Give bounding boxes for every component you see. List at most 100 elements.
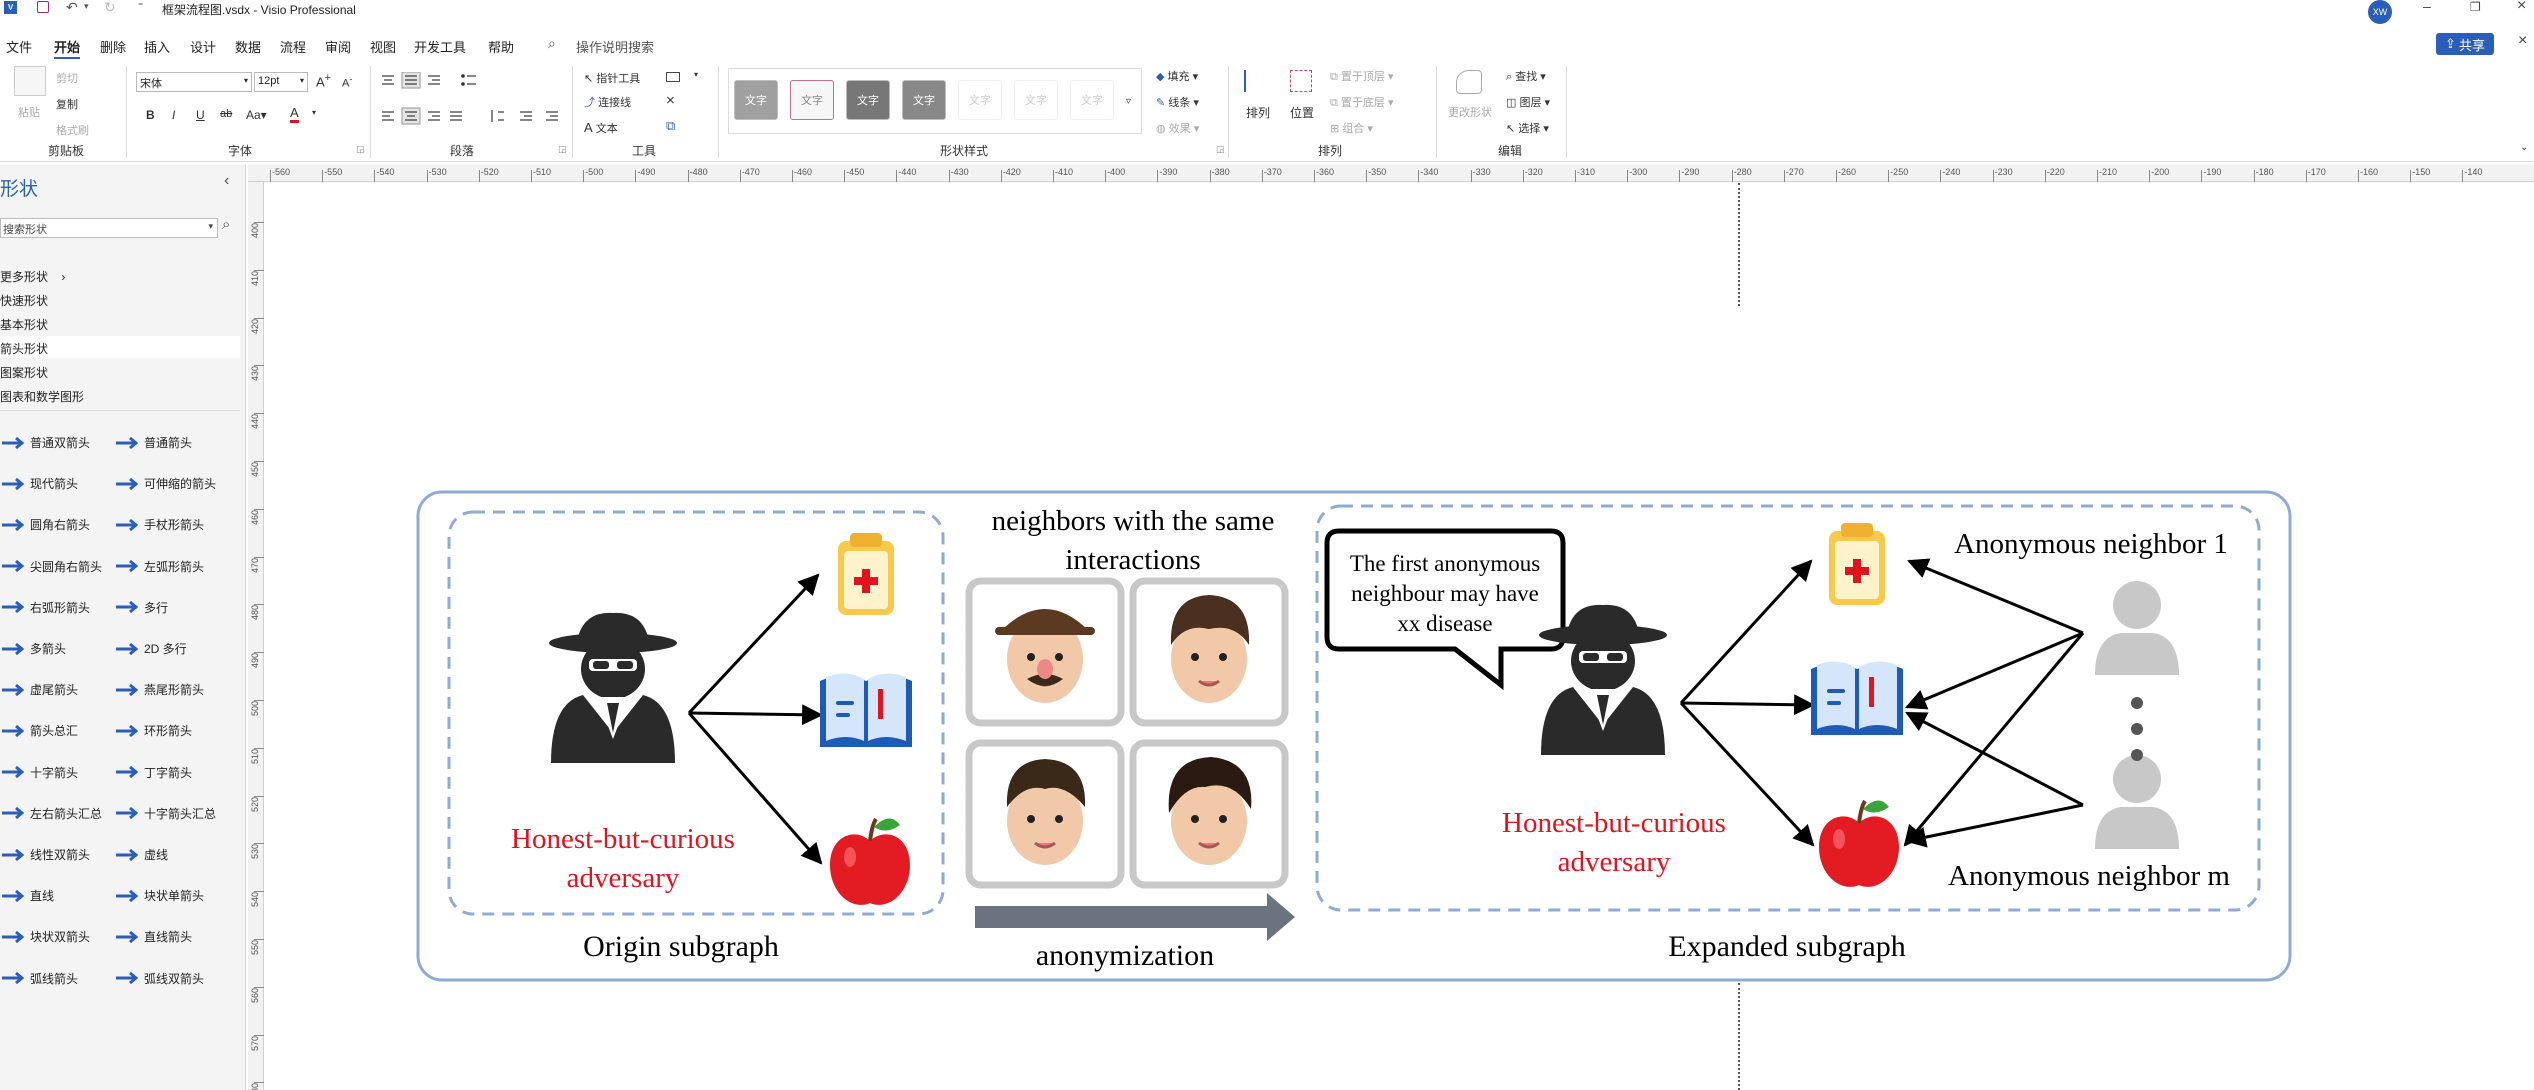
tab-help[interactable]: 帮助: [488, 37, 514, 56]
gallery-more-icon[interactable]: ▿: [1126, 96, 1131, 107]
font-size-select[interactable]: 12pt ▾: [254, 72, 308, 92]
shape-style-swatch[interactable]: 文字: [734, 80, 778, 120]
redo-icon[interactable]: ↻: [104, 0, 116, 16]
paste-icon[interactable]: [14, 66, 46, 96]
shape-stencil-item[interactable]: 燕尾形箭头: [114, 681, 204, 698]
shape-stencil-item[interactable]: 十字箭头: [0, 764, 78, 781]
close-document-icon[interactable]: ×: [2518, 32, 2527, 50]
text-tool-button[interactable]: A 文本: [584, 120, 618, 136]
minimize-icon[interactable]: –: [2423, 0, 2431, 14]
strikethrough-icon[interactable]: ab: [220, 108, 232, 120]
category-quick-shapes[interactable]: 快速形状: [0, 292, 48, 309]
shape-stencil-item[interactable]: 线性双箭头: [0, 846, 90, 863]
shape-stencil-item[interactable]: 左右箭头汇总: [0, 805, 102, 822]
undo-dropdown-icon[interactable]: ▾: [84, 1, 89, 12]
position-icon[interactable]: [1290, 70, 1312, 92]
font-family-select[interactable]: 宋体 ▾: [136, 72, 252, 92]
grow-font-icon[interactable]: A+: [316, 72, 331, 89]
connection-point-icon[interactable]: ⧉: [666, 118, 675, 134]
shape-stencil-item[interactable]: 多行: [114, 599, 168, 616]
italic-icon[interactable]: I: [172, 108, 175, 122]
tab-data[interactable]: 数据: [235, 37, 261, 56]
fill-button[interactable]: ◆ 填充 ▾: [1156, 68, 1198, 84]
group-button[interactable]: ⊞ 组合 ▾: [1330, 120, 1373, 136]
shape-stencil-item[interactable]: 可伸缩的箭头: [114, 475, 216, 492]
shape-stencil-item[interactable]: 块状单箭头: [114, 887, 204, 904]
category-chart-math-shapes[interactable]: 图表和数学图形: [0, 388, 84, 405]
line-button[interactable]: ✎ 线条 ▾: [1156, 94, 1199, 110]
shape-styles-dialog-launcher-icon[interactable]: ◲: [1216, 144, 1225, 155]
arrange-button[interactable]: 排列: [1246, 104, 1270, 121]
bold-icon[interactable]: B: [146, 108, 155, 122]
tell-me-search[interactable]: 操作说明搜索: [576, 37, 654, 56]
shape-stencil-item[interactable]: 手杖形箭头: [114, 516, 204, 533]
pointer-tool-button[interactable]: ↖ 指针工具: [584, 70, 640, 86]
tab-design[interactable]: 设计: [190, 37, 216, 56]
shape-style-swatch[interactable]: 文字: [902, 80, 946, 120]
effect-button[interactable]: ◍ 效果 ▾: [1156, 120, 1199, 136]
drawing-canvas[interactable]: neighbors with the same interactions Hon…: [265, 183, 2534, 1090]
search-icon[interactable]: ⌕: [222, 216, 240, 236]
change-shape-button[interactable]: 更改形状: [1448, 104, 1492, 120]
underline-icon[interactable]: U: [196, 108, 205, 122]
shape-style-swatch[interactable]: 文字: [790, 80, 834, 120]
cut-button[interactable]: 剪切: [56, 70, 78, 86]
shape-style-swatch[interactable]: 文字: [846, 80, 890, 120]
more-shapes-button[interactable]: 更多形状 ›: [0, 268, 65, 285]
tab-home[interactable]: 开始: [54, 37, 81, 59]
collapse-panel-icon[interactable]: ‹: [224, 172, 229, 190]
customize-toolbar-icon[interactable]: ⁼: [138, 1, 143, 12]
send-to-back-button[interactable]: ⧉ 置于底层 ▾: [1330, 94, 1394, 110]
shape-stencil-item[interactable]: 尖圆角右箭头: [0, 558, 102, 575]
shape-stencil-item[interactable]: 直线箭头: [114, 928, 192, 945]
align-icon[interactable]: [1244, 70, 1266, 92]
collapse-ribbon-icon[interactable]: ⌄: [2520, 142, 2528, 153]
tab-insert[interactable]: 插入: [144, 37, 170, 56]
shape-stencil-item[interactable]: 环形箭头: [114, 722, 192, 739]
user-avatar[interactable]: XW: [2368, 0, 2392, 24]
format-painter-button[interactable]: 格式刷: [56, 122, 89, 138]
shrink-font-icon[interactable]: A-: [342, 74, 352, 90]
layers-button[interactable]: ◫ 图层 ▾: [1506, 94, 1550, 110]
tab-delete[interactable]: 删除: [100, 37, 126, 56]
font-dialog-launcher-icon[interactable]: ◲: [356, 144, 365, 155]
shape-stencil-item[interactable]: 普通双箭头: [0, 434, 90, 451]
close-window-icon[interactable]: ×: [2517, 0, 2526, 15]
tab-file[interactable]: 文件: [6, 37, 32, 56]
shape-stencil-item[interactable]: 现代箭头: [0, 475, 78, 492]
restore-icon[interactable]: ❐: [2470, 0, 2481, 14]
select-button[interactable]: ↖ 选择 ▾: [1506, 120, 1549, 136]
shape-stencil-item[interactable]: 多箭头: [0, 640, 66, 657]
shape-stencil-item[interactable]: 十字箭头汇总: [114, 805, 216, 822]
find-button[interactable]: ⌕ 查找 ▾: [1506, 68, 1546, 84]
shape-style-swatch[interactable]: 文字: [1070, 80, 1114, 120]
shape-stencil-item[interactable]: 右弧形箭头: [0, 599, 90, 616]
shape-stencil-item[interactable]: 圆角右箭头: [0, 516, 90, 533]
bring-to-front-button[interactable]: ⧉ 置于顶层 ▾: [1330, 68, 1394, 84]
paragraph-dialog-launcher-icon[interactable]: ◲: [558, 144, 567, 155]
save-icon[interactable]: [37, 1, 49, 13]
shape-stencil-item[interactable]: 虚线: [114, 846, 168, 863]
tab-review[interactable]: 审阅: [325, 37, 351, 56]
font-color-icon[interactable]: A: [290, 106, 299, 123]
shape-style-swatch[interactable]: 文字: [958, 80, 1002, 120]
cross-tool-icon[interactable]: ×: [666, 92, 675, 109]
category-basic-shapes[interactable]: 基本形状: [0, 316, 48, 333]
tab-view[interactable]: 视图: [370, 37, 396, 56]
shape-stencil-item[interactable]: 块状双箭头: [0, 928, 90, 945]
copy-button[interactable]: 复制: [56, 96, 78, 112]
shape-stencil-item[interactable]: 虚尾箭头: [0, 681, 78, 698]
shape-stencil-item[interactable]: 左弧形箭头: [114, 558, 204, 575]
change-shape-icon[interactable]: [1456, 70, 1482, 94]
shape-stencil-item[interactable]: 直线: [0, 887, 54, 904]
shape-stencil-item[interactable]: 普通箭头: [114, 434, 192, 451]
category-pattern-shapes[interactable]: 图案形状: [0, 364, 48, 381]
font-color-dropdown-icon[interactable]: ▾: [312, 108, 316, 117]
shape-stencil-item[interactable]: 弧线双箭头: [114, 970, 204, 987]
shape-stencil-item[interactable]: 箭头总汇: [0, 722, 78, 739]
tab-process[interactable]: 流程: [280, 37, 306, 56]
rectangle-tool-icon[interactable]: [666, 72, 680, 82]
connector-tool-button[interactable]: ⤴ 连接线: [584, 94, 631, 110]
paste-button[interactable]: 粘贴: [18, 104, 40, 120]
shape-stencil-item[interactable]: 丁字箭头: [114, 764, 192, 781]
